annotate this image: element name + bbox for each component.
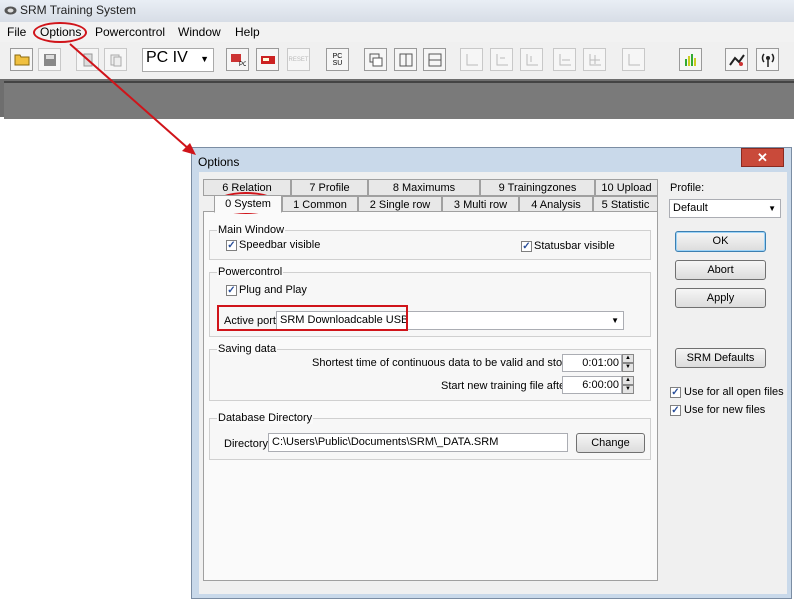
tab-maximums[interactable]: 8 Maximums (368, 179, 480, 196)
graph-view-2-button[interactable] (490, 48, 513, 71)
database-label: Database Directory (217, 412, 314, 424)
tab-upload[interactable]: 10 Upload (595, 179, 658, 196)
analysis-button[interactable] (725, 48, 748, 71)
app-logo-icon (4, 6, 17, 15)
graph-view-4-button[interactable] (553, 48, 576, 71)
graph-icon (559, 53, 571, 65)
powercontrol-label: Powercontrol (217, 266, 284, 278)
menu-window[interactable]: Window (178, 25, 221, 39)
shortest-time-label: Shortest time of continuous data to be v… (312, 357, 582, 369)
graph-icon (466, 53, 478, 65)
reset-button[interactable]: RESET (287, 48, 310, 71)
pc-download-button[interactable]: PC (226, 48, 249, 71)
analysis-icon (728, 53, 745, 66)
new-file-spinner[interactable]: ▲ ▼ (622, 376, 634, 395)
dialog-title: Options (198, 155, 240, 169)
change-button[interactable]: Change (576, 433, 645, 453)
active-port-highlight-box (217, 305, 408, 331)
abort-button[interactable]: Abort (675, 260, 766, 280)
reset-label: RESET (288, 56, 309, 63)
open-folder-button[interactable] (10, 48, 33, 71)
antenna-icon (761, 53, 774, 67)
graph-view-1-button[interactable] (460, 48, 483, 71)
options-highlight-ellipse (33, 22, 87, 43)
srm-defaults-button[interactable]: SRM Defaults (675, 348, 766, 368)
arrow-down-icon[interactable]: ▼ (622, 385, 634, 394)
arrow-down-icon[interactable]: ▼ (622, 363, 634, 372)
save-icon (43, 53, 56, 66)
speedbar-label: Speedbar visible (239, 239, 321, 251)
svg-text:PC: PC (239, 62, 246, 67)
close-icon: ✕ (757, 150, 768, 165)
use-all-files-label: Use for all open files (684, 386, 784, 398)
speedbar-checkbox[interactable]: ✓ (226, 240, 237, 251)
profile-value: Default (673, 202, 708, 214)
shortest-time-spinner[interactable]: ▲ ▼ (622, 354, 634, 373)
tile-vertical-icon (399, 53, 412, 66)
app-title: SRM Training System (20, 3, 137, 17)
use-all-files-checkbox[interactable]: ✓ (670, 387, 681, 398)
apply-button[interactable]: Apply (675, 288, 766, 308)
graph-icon (526, 53, 538, 65)
antenna-button[interactable] (756, 48, 779, 71)
statistics-chart-button[interactable] (679, 48, 702, 71)
tile-horizontal-icon (428, 53, 441, 66)
tab-profile[interactable]: 7 Profile (291, 179, 368, 196)
device-select-value: PC IV (146, 49, 188, 66)
chevron-down-icon: ▼ (200, 54, 209, 64)
graph-icon (496, 53, 508, 65)
arrow-up-icon[interactable]: ▲ (622, 354, 634, 363)
statusbar-label: Statusbar visible (534, 240, 615, 252)
pc-download-icon: PC (230, 53, 246, 67)
chevron-down-icon: ▼ (611, 316, 619, 325)
cascade-icon (369, 53, 382, 66)
graph-icon (628, 53, 640, 65)
close-button[interactable]: ✕ (741, 148, 784, 167)
cascade-windows-button[interactable] (364, 48, 387, 71)
main-window-label: Main Window (217, 224, 286, 236)
ok-button[interactable]: OK (675, 231, 766, 252)
new-file-input[interactable]: 6:00:00 (562, 376, 622, 394)
pc-su-label-su: SU (332, 59, 343, 67)
menu-powercontrol[interactable]: Powercontrol (95, 25, 165, 39)
graph-icon (589, 53, 601, 65)
tab-system[interactable]: 0 System (214, 195, 282, 213)
workspace-inner (4, 81, 794, 119)
bar-chart-icon (684, 53, 696, 66)
statusbar-checkbox[interactable]: ✓ (521, 241, 532, 252)
print-button[interactable] (76, 48, 99, 71)
graph-view-3-button[interactable] (520, 48, 543, 71)
copy-button[interactable] (104, 48, 127, 71)
plug-and-play-checkbox[interactable]: ✓ (226, 285, 237, 296)
directory-label: Directory (224, 438, 269, 450)
menu-help[interactable]: Help (235, 25, 260, 39)
arrow-up-icon[interactable]: ▲ (622, 376, 634, 385)
use-new-files-label: Use for new files (684, 404, 766, 416)
chevron-down-icon: ▼ (768, 204, 776, 213)
print-icon (83, 53, 92, 66)
graph-view-5-button[interactable] (583, 48, 606, 71)
save-button[interactable] (38, 48, 61, 71)
profile-select[interactable]: Default ▼ (669, 199, 781, 218)
new-file-label: Start new training file after (441, 380, 569, 392)
directory-input[interactable]: C:\Users\Public\Documents\SRM\_DATA.SRM (268, 433, 568, 452)
menu-file[interactable]: File (7, 25, 26, 39)
saving-data-label: Saving data (217, 343, 278, 355)
powermeter-button[interactable] (256, 48, 279, 71)
folder-icon (14, 54, 29, 66)
shortest-time-input[interactable]: 0:01:00 (562, 354, 622, 372)
plug-and-play-label: Plug and Play (239, 284, 307, 296)
tile-vertical-button[interactable] (394, 48, 417, 71)
pc-su-label-pc: PC (332, 52, 343, 60)
profile-label: Profile: (670, 182, 705, 194)
device-select[interactable]: PC IV ▼ (142, 48, 214, 72)
copy-icon (110, 54, 121, 66)
use-new-files-checkbox[interactable]: ✓ (670, 405, 681, 416)
tile-horizontal-button[interactable] (423, 48, 446, 71)
tab-trainingzones[interactable]: 9 Trainingzones (480, 179, 595, 196)
pc-su-button[interactable]: PC SU (326, 48, 349, 71)
powermeter-icon (260, 55, 275, 64)
graph-view-6-button[interactable] (622, 48, 645, 71)
